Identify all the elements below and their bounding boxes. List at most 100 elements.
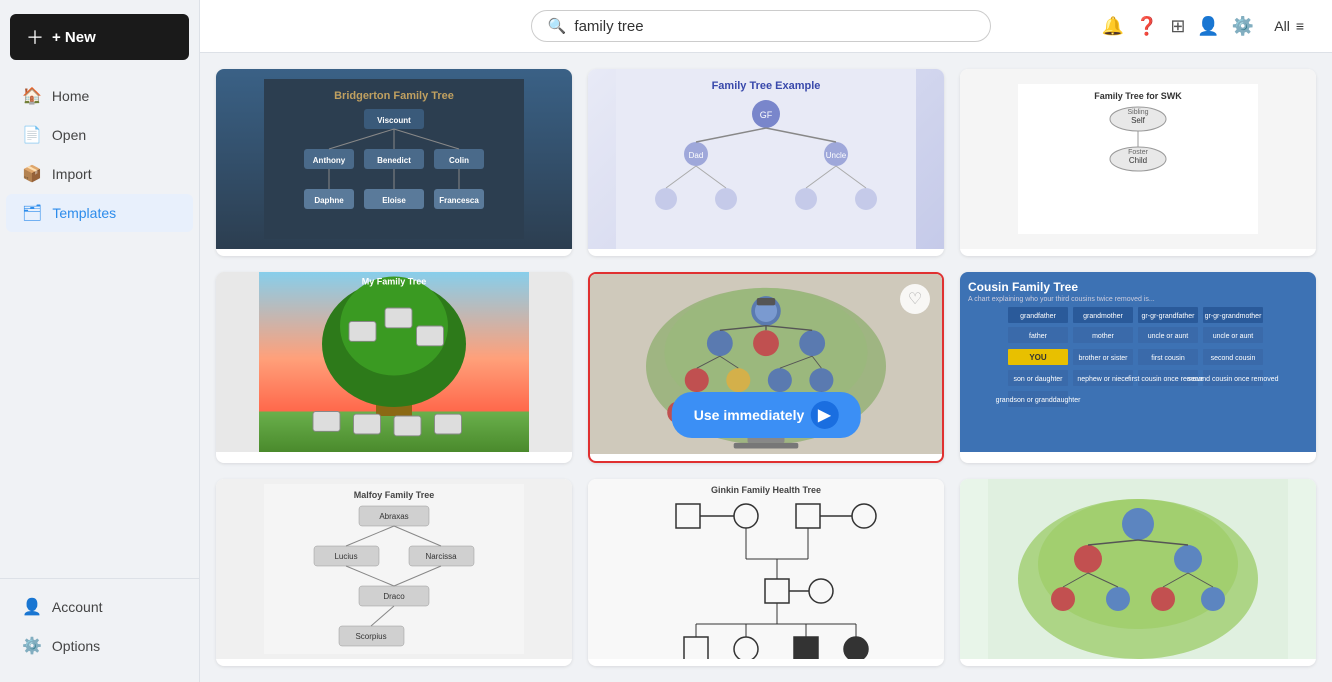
search-input[interactable] (574, 18, 973, 35)
card-cousin[interactable]: Cousin Family Tree A chart explaining wh… (960, 272, 1316, 463)
svg-text:Eloise: Eloise (382, 196, 406, 205)
open-icon: 📄 (22, 125, 42, 145)
svg-text:Draco: Draco (383, 592, 405, 601)
card-body-genogram: Genogram (588, 659, 944, 666)
sidebar-nav: 🏠 Home 📄 Open 📦 Import 🗂 Templates (0, 76, 199, 233)
svg-text:My Family Tree: My Family Tree (362, 277, 427, 287)
svg-text:Daphne: Daphne (314, 196, 344, 205)
card-bridgerton[interactable]: Bridgerton Family Tree Viscount Anthony … (216, 69, 572, 256)
card-title-jans: Jan's Family Tree (228, 462, 560, 463)
sidebar-item-open[interactable]: 📄 Open (6, 116, 193, 154)
svg-text:Ginkin Family Health Tree: Ginkin Family Health Tree (711, 485, 821, 495)
card-thumb-example: Family Tree Example GF Dad Uncle (588, 69, 944, 249)
svg-text:Benedict: Benedict (377, 156, 411, 165)
sidebar-item-import-label: Import (52, 166, 92, 182)
card-swk[interactable]: Family Tree for SWK Self Sibling Child F… (960, 69, 1316, 256)
card-thumb-malfoy: Malfoy Family Tree Abraxas Lucius Narcis… (216, 479, 572, 659)
svg-text:Anthony: Anthony (313, 156, 346, 165)
sidebar-item-templates-label: Templates (52, 205, 116, 221)
settings-icon[interactable]: ⚙️ (1232, 16, 1254, 37)
apps-icon[interactable]: ⊞ (1170, 16, 1185, 37)
svg-text:gr-gr-grandfather: gr-gr-grandfather (1142, 313, 1196, 320)
svg-text:Family Tree for SWK: Family Tree for SWK (1094, 91, 1182, 101)
card-thumb-swk: Family Tree for SWK Self Sibling Child F… (960, 69, 1316, 249)
svg-text:first cousin: first cousin (1151, 355, 1185, 362)
card-body-jans: Jan's Family Tree 👁 233 ♡ 4 ⎘ 80 (216, 452, 572, 463)
options-icon: ⚙️ (22, 636, 42, 656)
sidebar-item-account-label: Account (52, 599, 103, 615)
search-icon: 🔍 (548, 17, 567, 35)
card-jans[interactable]: My Family Tree Jan's Family Tree (216, 272, 572, 463)
svg-text:Dad: Dad (689, 151, 704, 160)
svg-text:GF: GF (760, 110, 773, 120)
sidebar-item-templates[interactable]: 🗂 Templates (6, 194, 193, 232)
card-body-swk: Family Tree for SWK 👁 272 ♡ 2 ⎘ 55 (960, 249, 1316, 256)
new-button-label: + New (52, 29, 96, 46)
card-thumb-bridgerton: Bridgerton Family Tree Viscount Anthony … (216, 69, 572, 249)
svg-text:Child: Child (1129, 156, 1147, 165)
card-family-example[interactable]: Family Tree Example GF Dad Uncle (588, 69, 944, 256)
bell-icon[interactable]: 🔔 (1101, 16, 1123, 37)
svg-text:son or daughter: son or daughter (1013, 376, 1063, 383)
sidebar-item-open-label: Open (52, 127, 86, 143)
sidebar: ＋ + New 🏠 Home 📄 Open 📦 Import 🗂 Templat… (0, 0, 200, 682)
templates-icon: 🗂 (22, 203, 42, 223)
svg-text:YOU: YOU (1029, 353, 1047, 362)
sidebar-item-account[interactable]: 👤 Account (6, 588, 193, 626)
card-title-cousin: Cousin Family Tree (972, 462, 1304, 463)
search-bar[interactable]: 🔍 (531, 10, 991, 42)
help-icon[interactable]: ❓ (1136, 16, 1158, 37)
card-body-example: Family Tree Example 👁 920 ♡ 2 ⎘ 124 (588, 249, 944, 256)
svg-text:Uncle: Uncle (826, 151, 847, 160)
svg-text:Foster: Foster (1128, 149, 1149, 156)
card-thumb-diagram: Use immediately ▶ ♡ (590, 274, 942, 454)
topbar: 🔍 🔔 ❓ ⊞ 👤 ⚙️ All ≡ (200, 0, 1332, 53)
list-icon: ≡ (1296, 18, 1304, 34)
svg-text:mother: mother (1092, 333, 1114, 340)
sidebar-item-import[interactable]: 📦 Import (6, 155, 193, 193)
account-icon: 👤 (22, 597, 42, 617)
use-immediately-circle: ▶ (810, 401, 838, 429)
heart-button-diagram[interactable]: ♡ (900, 284, 930, 314)
card-thumb-cousin: Cousin Family Tree A chart explaining wh… (960, 272, 1316, 452)
sidebar-item-options-label: Options (52, 638, 100, 654)
svg-text:Colin: Colin (449, 156, 469, 165)
svg-text:Viscount: Viscount (377, 116, 411, 125)
card-genogram[interactable]: Ginkin Family Health Tree (588, 479, 944, 666)
card-body-cousin: Cousin Family Tree 👁 9.2k ♡ 5 ⎘ 381 (960, 452, 1316, 463)
svg-text:Narcissa: Narcissa (425, 552, 457, 561)
all-label: All (1274, 18, 1290, 34)
topbar-right: 🔔 ❓ ⊞ 👤 ⚙️ All ≡ (1101, 14, 1312, 38)
sidebar-item-options[interactable]: ⚙️ Options (6, 627, 193, 665)
cousin-title: Cousin Family Tree (968, 280, 1308, 294)
home-icon: 🏠 (22, 86, 42, 106)
svg-text:grandfather: grandfather (1020, 313, 1056, 320)
use-immediately-label: Use immediately (694, 407, 805, 423)
svg-text:Bridgerton Family Tree: Bridgerton Family Tree (334, 90, 454, 102)
main-content: 🔍 🔔 ❓ ⊞ 👤 ⚙️ All ≡ Bridgerton Family Tre… (200, 0, 1332, 682)
new-button[interactable]: ＋ + New (10, 14, 189, 60)
card-body-diagram: Family Tree Diagram 👁 259 ♡ 0 ⎘ 174 (590, 454, 942, 463)
svg-text:Scorpius: Scorpius (355, 632, 386, 641)
use-immediately-button[interactable]: Use immediately ▶ (672, 392, 861, 438)
sidebar-item-home[interactable]: 🏠 Home (6, 77, 193, 115)
card-body-bottom-right (960, 659, 1316, 666)
svg-text:Lucius: Lucius (334, 552, 357, 561)
card-bottom-right[interactable] (960, 479, 1316, 666)
sidebar-bottom: 👤 Account ⚙️ Options (0, 578, 199, 674)
svg-text:Self: Self (1131, 116, 1146, 125)
card-body-bridgerton: Bridgerton Family Tree 👁 1.0k ♡ 0 ⎘ 51 (216, 249, 572, 256)
all-filter-button[interactable]: All ≡ (1266, 14, 1312, 38)
svg-text:Family Tree Example: Family Tree Example (712, 80, 821, 92)
svg-text:Francesca: Francesca (439, 196, 479, 205)
svg-text:brother or sister: brother or sister (1078, 355, 1128, 362)
svg-text:grandmother: grandmother (1083, 313, 1123, 320)
svg-text:gr-gr-grandmother: gr-gr-grandmother (1205, 313, 1262, 320)
card-diagram[interactable]: Use immediately ▶ ♡ Family Tree Diagram … (588, 272, 944, 463)
svg-text:Abraxas: Abraxas (379, 512, 408, 521)
user-icon[interactable]: 👤 (1197, 16, 1219, 37)
templates-grid: Bridgerton Family Tree Viscount Anthony … (200, 53, 1332, 682)
svg-text:Malfoy Family Tree: Malfoy Family Tree (354, 490, 435, 500)
card-malfoy[interactable]: Malfoy Family Tree Abraxas Lucius Narcis… (216, 479, 572, 666)
card-body-malfoy: Malfoy Family Tree (216, 659, 572, 666)
